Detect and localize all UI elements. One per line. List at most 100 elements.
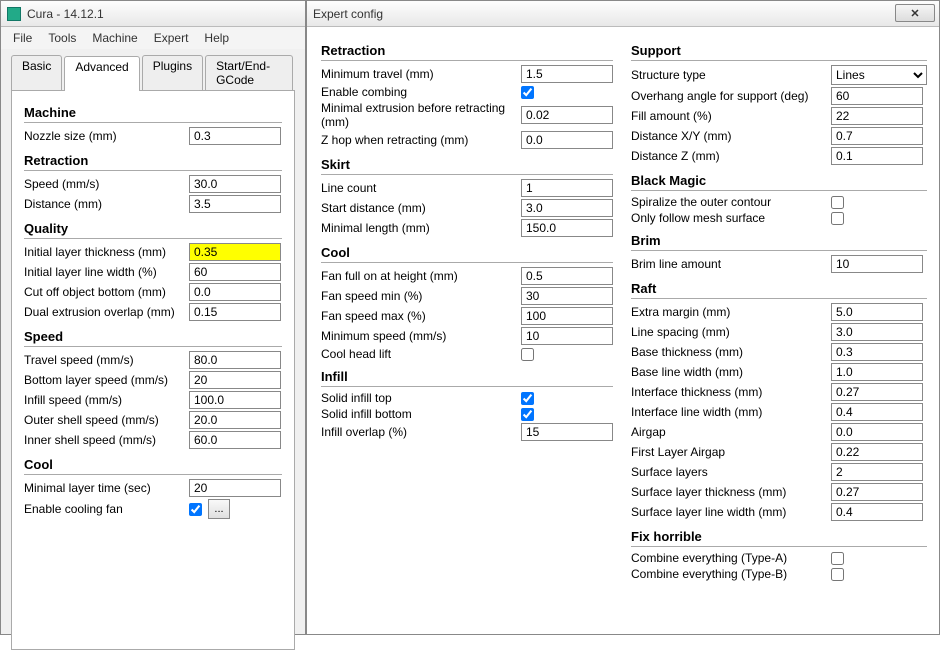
ilw-label: Initial layer line width (%) [24,265,189,279]
ofm-checkbox[interactable] [831,212,844,225]
cea-label: Combine everything (Type-A) [631,551,831,565]
cea-checkbox[interactable] [831,552,844,565]
zhop-input[interactable] [521,131,613,149]
blw-input[interactable] [831,363,923,381]
travel-label: Travel speed (mm/s) [24,353,189,367]
ilw-input[interactable] [189,263,281,281]
menu-expert[interactable]: Expert [146,29,197,47]
ex-skirt-title: Skirt [321,151,613,175]
tab-gcode[interactable]: Start/End-GCode [205,55,293,90]
ag-label: Airgap [631,425,831,439]
ceb-label: Combine everything (Type-B) [631,567,831,581]
sd-input[interactable] [521,199,613,217]
sib-checkbox[interactable] [521,408,534,421]
tab-plugins[interactable]: Plugins [142,55,203,90]
retract-dist-input[interactable] [189,195,281,213]
bt-input[interactable] [831,343,923,361]
sl-input[interactable] [831,463,923,481]
mspd-input[interactable] [521,327,613,345]
ecf-label: Enable cooling fan [24,502,189,516]
outer-label: Outer shell speed (mm/s) [24,413,189,427]
oa-input[interactable] [831,87,923,105]
ofm-label: Only follow mesh surface [631,211,831,225]
st-label: Structure type [631,68,831,82]
spi-checkbox[interactable] [831,196,844,209]
fa-label: Fill amount (%) [631,109,831,123]
lc-label: Line count [321,181,521,195]
em-input[interactable] [831,303,923,321]
ecf-checkbox[interactable] [189,503,202,516]
main-window: Cura - 14.12.1 File Tools Machine Expert… [0,0,306,635]
infill-spd-label: Infill speed (mm/s) [24,393,189,407]
fla-label: First Layer Airgap [631,445,831,459]
infill-spd-input[interactable] [189,391,281,409]
advanced-panel: Machine Nozzle size (mm) Retraction Spee… [11,90,295,650]
sllw-label: Surface layer line width (mm) [631,505,831,519]
bottom-input[interactable] [189,371,281,389]
retract-speed-input[interactable] [189,175,281,193]
close-button[interactable]: ✕ [895,4,935,22]
tab-advanced[interactable]: Advanced [64,56,139,91]
combing-label: Enable combing [321,85,521,99]
sib-label: Solid infill bottom [321,407,521,421]
sd-label: Start distance (mm) [321,201,521,215]
chl-label: Cool head lift [321,347,521,361]
retract-speed-label: Speed (mm/s) [24,177,189,191]
ls-input[interactable] [831,323,923,341]
expert-left-column: Retraction Minimum travel (mm) Enable co… [321,37,631,634]
travel-input[interactable] [189,351,281,369]
dxy-input[interactable] [831,127,923,145]
lc-input[interactable] [521,179,613,197]
section-quality: Quality [24,215,282,239]
chl-checkbox[interactable] [521,348,534,361]
bla-input[interactable] [831,255,923,273]
dz-input[interactable] [831,147,923,165]
fsmin-label: Fan speed min (%) [321,289,521,303]
section-cool: Cool [24,451,282,475]
iov-input[interactable] [521,423,613,441]
sit-checkbox[interactable] [521,392,534,405]
mlt-input[interactable] [189,479,281,497]
it-input[interactable] [831,383,923,401]
combing-checkbox[interactable] [521,86,534,99]
dz-label: Distance Z (mm) [631,149,831,163]
rilw-input[interactable] [831,403,923,421]
sit-label: Solid infill top [321,391,521,405]
deo-input[interactable] [189,303,281,321]
ml-input[interactable] [521,219,613,237]
menu-tools[interactable]: Tools [40,29,84,47]
cob-input[interactable] [189,283,281,301]
ilt-input[interactable] [189,243,281,261]
tab-basic[interactable]: Basic [11,55,62,90]
min-travel-label: Minimum travel (mm) [321,67,521,81]
menu-file[interactable]: File [5,29,40,47]
tab-strip: Basic Advanced Plugins Start/End-GCode [1,49,305,90]
slt-input[interactable] [831,483,923,501]
outer-input[interactable] [189,411,281,429]
fla-input[interactable] [831,443,923,461]
sllw-input[interactable] [831,503,923,521]
inner-input[interactable] [189,431,281,449]
mlt-label: Minimal layer time (sec) [24,481,189,495]
oa-label: Overhang angle for support (deg) [631,89,831,103]
mebr-input[interactable] [521,106,613,124]
section-speed: Speed [24,323,282,347]
ffoh-input[interactable] [521,267,613,285]
menu-machine[interactable]: Machine [84,29,145,47]
slt-label: Surface layer thickness (mm) [631,485,831,499]
ag-input[interactable] [831,423,923,441]
fa-input[interactable] [831,107,923,125]
fsmax-input[interactable] [521,307,613,325]
fsmin-input[interactable] [521,287,613,305]
min-travel-input[interactable] [521,65,613,83]
menu-help[interactable]: Help [196,29,237,47]
ex-raft-title: Raft [631,275,927,299]
ecf-more-button[interactable]: ... [208,499,230,519]
nozzle-input[interactable] [189,127,281,145]
ilt-label: Initial layer thickness (mm) [24,245,189,259]
blw-label: Base line width (mm) [631,365,831,379]
ceb-checkbox[interactable] [831,568,844,581]
deo-label: Dual extrusion overlap (mm) [24,305,189,319]
st-select[interactable]: Lines [831,65,927,85]
sl-label: Surface layers [631,465,831,479]
